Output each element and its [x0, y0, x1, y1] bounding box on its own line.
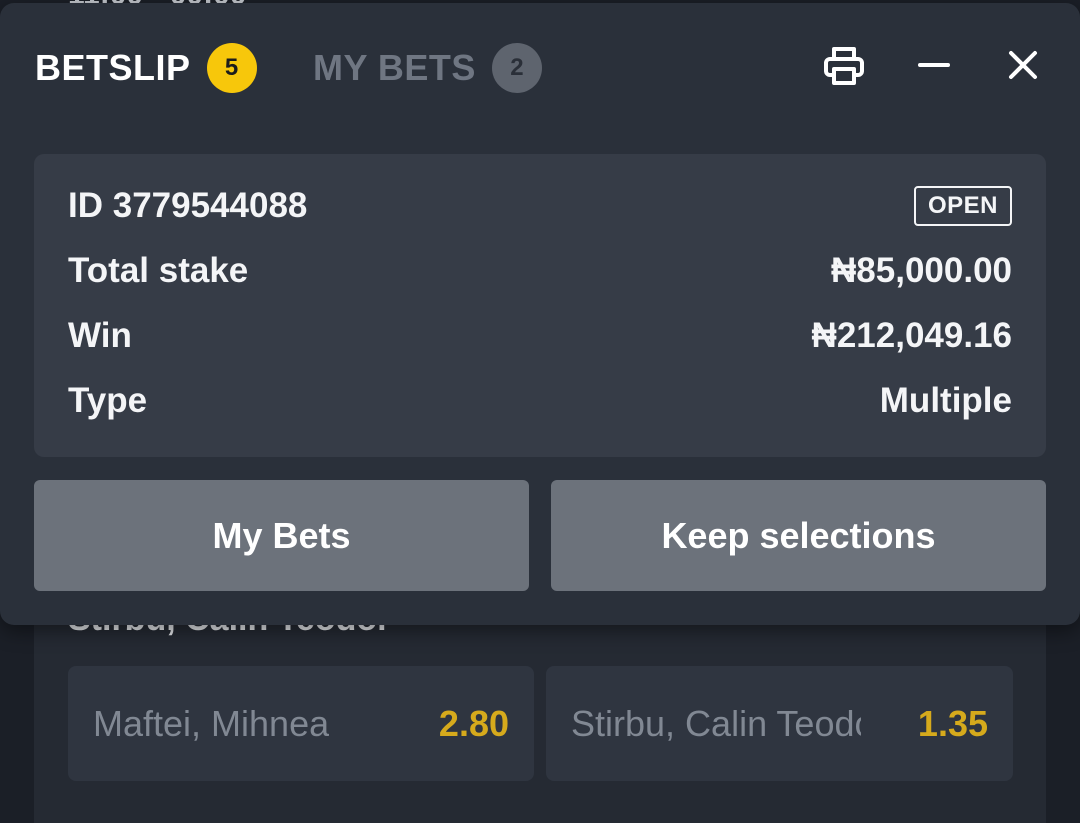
- total-stake-label: Total stake: [68, 251, 249, 290]
- bet-id-row: ID 3779544088 OPEN: [68, 186, 1012, 226]
- tab-betslip[interactable]: BETSLIP 5: [35, 43, 257, 93]
- bet-id: ID 3779544088: [68, 186, 308, 225]
- betslip-count-badge: 5: [206, 43, 257, 93]
- total-stake-row: Total stake ₦85,000.00: [68, 251, 1012, 291]
- my-bets-button[interactable]: My Bets: [34, 480, 529, 591]
- page: 11:00 - 00:00 Stirbu, Calin Teodor Mafte…: [0, 0, 1080, 823]
- tab-my-bets-label: MY BETS: [313, 47, 476, 88]
- tab-betslip-label: BETSLIP: [35, 47, 191, 88]
- odd-value: 2.80: [438, 702, 509, 744]
- status-badge: OPEN: [913, 186, 1012, 226]
- odd-button-away[interactable]: Stirbu, Calin Teodor 1.35: [546, 666, 1013, 781]
- my-bets-count-badge: 2: [491, 43, 542, 93]
- win-label: Win: [68, 316, 132, 355]
- minimize-icon[interactable]: [910, 41, 958, 89]
- type-value: Multiple: [879, 381, 1012, 420]
- printer-icon[interactable]: [820, 41, 868, 89]
- total-stake-value: ₦85,000.00: [831, 251, 1012, 290]
- odd-button-home[interactable]: Maftei, Mihnea 2.80: [68, 666, 534, 781]
- odd-selection-name: Stirbu, Calin Teodor: [571, 702, 861, 744]
- bet-info-card: ID 3779544088 OPEN Total stake ₦85,000.0…: [34, 154, 1046, 457]
- odd-value: 1.35: [917, 702, 988, 744]
- type-row: Type Multiple: [68, 381, 1012, 421]
- tab-my-bets[interactable]: MY BETS 2: [313, 43, 542, 93]
- win-row: Win ₦212,049.16: [68, 316, 1012, 356]
- type-label: Type: [68, 381, 148, 420]
- keep-selections-button[interactable]: Keep selections: [551, 480, 1046, 591]
- win-value: ₦212,049.16: [811, 316, 1012, 355]
- betslip-panel: BETSLIP 5 MY BETS 2 ID 3779544088 OPEN T…: [0, 3, 1080, 625]
- close-icon[interactable]: [999, 41, 1047, 89]
- odd-selection-name: Maftei, Mihnea: [93, 702, 330, 744]
